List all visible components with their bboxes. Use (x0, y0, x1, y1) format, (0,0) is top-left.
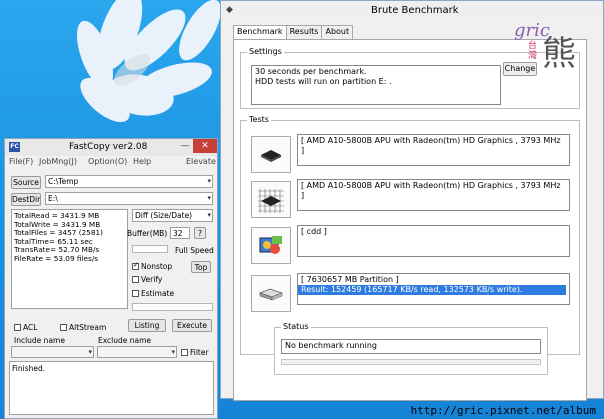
fastcopy-window[interactable]: FC FastCopy ver2.08 — ✕ File(F) JobMng(J… (4, 138, 218, 419)
menu-elevate[interactable]: Elevate (186, 157, 216, 166)
full-speed-label: Full Speed (175, 246, 214, 255)
destdir-button[interactable]: DestDir (11, 193, 41, 206)
execute-button[interactable]: Execute (172, 319, 212, 332)
chevron-down-icon[interactable]: ▾ (207, 193, 211, 204)
chevron-down-icon[interactable]: ▾ (207, 176, 211, 187)
progress-bar (132, 303, 213, 311)
checkbox-icon[interactable] (181, 349, 188, 356)
nonstop-checkbox[interactable]: Nonstop (132, 261, 173, 271)
status-textbox: No benchmark running (281, 339, 541, 354)
settings-label: Settings (247, 47, 284, 56)
acl-label: ACL (23, 323, 38, 332)
test-hdd-text: [ 7630657 MB Partition ] (301, 275, 399, 284)
watermark-kanji-bottom: 灣 (528, 51, 538, 61)
status-group: Status No benchmark running (274, 322, 548, 375)
source-button[interactable]: Source (11, 176, 41, 189)
checkbox-checked-icon[interactable] (132, 261, 139, 270)
test-hdd-box: [ 7630657 MB Partition ] Result: 152459 … (297, 273, 570, 305)
test-cpu-multi-text: [ AMD A10-5800B APU with Radeon(tm) HD G… (301, 181, 561, 200)
benchmark-tab-panel: Settings 30 seconds per benchmark. HDD t… (233, 39, 587, 401)
filter-checkbox[interactable]: Filter (181, 348, 209, 357)
settings-line: 30 seconds per benchmark. (255, 67, 367, 76)
hard-drive-icon[interactable] (251, 275, 291, 312)
test-cpu-text: [ AMD A10-5800B APU with Radeon(tm) HD G… (301, 136, 561, 155)
listing-button[interactable]: Listing (128, 319, 166, 332)
mode-value: Diff (Size/Date) (135, 211, 193, 220)
watermark-logo: gric Change 台 灣 熊 (503, 18, 594, 78)
watermark-kanji-top: 台 (528, 41, 538, 51)
altstream-checkbox[interactable]: AltStream (60, 323, 106, 332)
checkbox-icon[interactable] (132, 290, 139, 297)
acl-checkbox[interactable]: ACL (14, 323, 37, 332)
settings-textbox: 30 seconds per benchmark. HDD tests will… (251, 65, 501, 105)
checkbox-icon[interactable] (60, 324, 67, 331)
tests-group: Tests [ AMD A10-5800B APU with Radeon(tm… (240, 115, 580, 355)
exclude-label: Exclude name (98, 336, 152, 345)
nonstop-label: Nonstop (141, 262, 173, 271)
brute-title: Brute Benchmark (371, 5, 459, 16)
fastcopy-status-text: Finished. (12, 364, 46, 373)
test-cpu-box: [ AMD A10-5800B APU with Radeon(tm) HD G… (297, 134, 570, 166)
fastcopy-status-box: Finished. (9, 361, 214, 415)
settings-line: HDD tests will run on partition E: . (255, 77, 392, 86)
tab-about[interactable]: About (321, 25, 354, 39)
chevron-down-icon[interactable]: ▾ (88, 347, 92, 358)
test-graphics-box: [ cdd ] (297, 225, 570, 257)
status-text: No benchmark running (285, 341, 377, 350)
test-graphics-text: [ cdd ] (301, 227, 327, 236)
estimate-label: Estimate (141, 289, 175, 298)
test-hdd-result[interactable]: Result: 152459 (165717 KB/s read, 132573… (298, 285, 566, 295)
fastcopy-title: FastCopy ver2.08 (69, 142, 148, 152)
exclude-input[interactable]: ▾ (97, 346, 177, 358)
include-label: Include name (14, 336, 65, 345)
app-menu-icon[interactable]: ◆ (226, 5, 236, 15)
flower-wallpaper (76, 0, 221, 123)
destdir-value: E:\ (48, 194, 58, 203)
menu-help[interactable]: Help (133, 157, 151, 166)
cpu-chip-icon[interactable] (251, 136, 291, 173)
test-cpu-multi-box: [ AMD A10-5800B APU with Radeon(tm) HD G… (297, 179, 570, 211)
status-progress-bar (281, 359, 541, 365)
filter-label: Filter (190, 348, 209, 357)
graphics-app-icon[interactable] (251, 227, 291, 264)
chevron-down-icon[interactable]: ▾ (207, 210, 211, 221)
tab-results[interactable]: Results (285, 25, 323, 39)
close-icon[interactable]: ✕ (193, 139, 217, 153)
source-input[interactable]: C:\Temp ▾ (45, 175, 213, 188)
tab-benchmark[interactable]: Benchmark (233, 25, 287, 40)
checkbox-icon[interactable] (14, 324, 21, 331)
speed-slider[interactable] (132, 245, 168, 253)
footer-url: http://gric.pixnet.net/album (410, 404, 596, 417)
change-button[interactable]: Change (503, 62, 537, 76)
fastcopy-titlebar[interactable]: FC FastCopy ver2.08 — ✕ (5, 139, 217, 156)
fastcopy-app-icon: FC (9, 142, 20, 152)
tests-label: Tests (247, 115, 271, 124)
chevron-down-icon[interactable]: ▾ (171, 347, 175, 358)
menu-file[interactable]: File(F) (9, 157, 33, 166)
help-button[interactable]: ? (194, 227, 206, 239)
tab-bar: Benchmark Results About (233, 25, 354, 40)
top-button[interactable]: Top (191, 261, 211, 273)
stat-file-rate: FileRate = 53.09 files/s (14, 253, 99, 263)
watermark-kanji-big: 熊 (542, 34, 576, 74)
status-label: Status (281, 322, 311, 331)
destdir-input[interactable]: E:\ ▾ (45, 192, 213, 205)
cpu-grid-icon[interactable] (251, 181, 291, 218)
source-value: C:\Temp (48, 177, 79, 186)
buffer-label: Buffer(MB) (127, 229, 168, 238)
menu-jobmng[interactable]: JobMng(J) (39, 157, 77, 166)
estimate-checkbox[interactable]: Estimate (132, 289, 174, 298)
mode-select[interactable]: Diff (Size/Date) ▾ (132, 209, 213, 222)
verify-checkbox[interactable]: Verify (132, 275, 162, 284)
altstream-label: AltStream (69, 323, 107, 332)
verify-label: Verify (141, 275, 163, 284)
menu-option[interactable]: Option(O) (88, 157, 127, 166)
include-input[interactable]: ▾ (11, 346, 94, 358)
checkbox-icon[interactable] (132, 276, 139, 283)
fastcopy-menubar: File(F) JobMng(J) Option(O) Help Elevate (5, 156, 217, 168)
stats-panel: TotalRead = 3431.9 MB TotalWrite = 3431.… (11, 209, 128, 309)
minimize-icon[interactable]: — (177, 139, 193, 153)
buffer-input[interactable]: 32 (170, 227, 190, 239)
